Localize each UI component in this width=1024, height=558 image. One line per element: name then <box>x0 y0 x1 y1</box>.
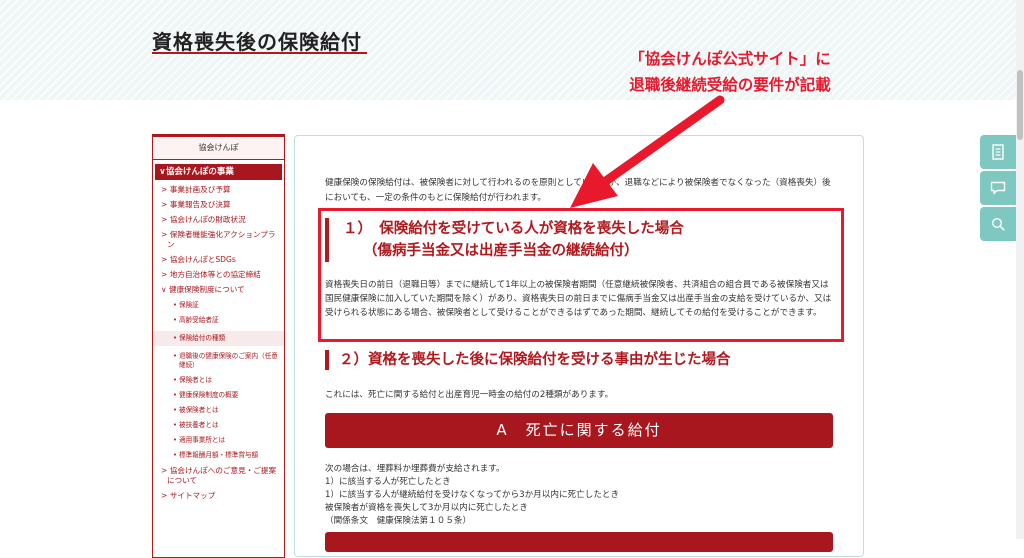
list-item: 1）に該当する人が継続給付を受けなくなってから3か月以内に死亡したとき <box>325 490 620 500</box>
death-benefit-accordion-button[interactable]: A 死亡に関する給付 <box>325 413 833 448</box>
sidebar-item-agreements[interactable]: > 地方自治体等との協定締結 <box>153 270 284 280</box>
next-accordion-button[interactable] <box>325 532 833 552</box>
list-item: 被保険者が資格を喪失して3か月以内に死亡したとき <box>325 503 528 513</box>
sidebar-subitem-card[interactable]: • 保険証 <box>153 301 284 310</box>
sidebar-item-action-plan[interactable]: > 保険者機能強化アクションプラン <box>153 230 284 250</box>
search-button[interactable] <box>980 207 1016 241</box>
death-benefit-list: 次の場合は、埋葬料か埋葬費が支給されます。 1）に該当する人が死亡したとき 1）… <box>325 463 835 528</box>
sidebar-subitem-insured[interactable]: • 被保険者とは <box>153 406 284 415</box>
annotation-callout: 「協会けんぽ公式サイト」に 退職後継続受給の要件が記載 <box>590 46 870 98</box>
scrollbar-thumb[interactable] <box>1017 70 1023 140</box>
sidebar-subitem-benefit-types[interactable]: • 保険給付の種類 <box>153 331 284 346</box>
section-2-paragraph: これには、死亡に関する給付と出産育児一時金の給付の2種類があります。 <box>325 390 614 400</box>
document-button[interactable] <box>980 135 1016 169</box>
sidebar-subitem-overview[interactable]: • 健康保険制度の概要 <box>153 391 284 400</box>
list-intro: 次の場合は、埋葬料か埋葬費が支給されます。 <box>325 464 505 474</box>
search-icon <box>991 217 1005 231</box>
document-icon <box>991 144 1005 160</box>
annotation-line-1: 「協会けんぽ公式サイト」に <box>629 50 831 68</box>
sidebar-item-finance[interactable]: > 協会けんぽの財政状況 <box>153 215 284 225</box>
sidebar-item-sitemap[interactable]: > サイトマップ <box>153 491 284 501</box>
sidebar-subitem-insurer[interactable]: • 保険者とは <box>153 376 284 385</box>
sidebar-subitem-elderly-card[interactable]: • 高齢受給者証 <box>153 316 284 325</box>
section-heading-2: ２）資格を喪失した後に保険給付を受ける事由が生じた場合 <box>325 350 849 370</box>
chat-icon <box>990 181 1006 195</box>
sidebar-item-sdgs[interactable]: > 協会けんぽとSDGs <box>153 255 284 265</box>
sidebar-item-feedback[interactable]: > 協会けんぽへのご意見・ご提案について <box>153 466 284 486</box>
chat-button[interactable] <box>980 171 1016 205</box>
list-item: 1）に該当する人が死亡したとき <box>325 477 451 487</box>
intro-paragraph: 健康保険の保険給付は、被保険者に対して行われるのを原則としていますが、退職などに… <box>325 178 831 203</box>
sidebar-subitem-retirement[interactable]: • 退職後の健康保険のご案内（任意継続） <box>153 352 284 370</box>
sidebar-subitem-office[interactable]: • 適用事業所とは <box>153 436 284 445</box>
annotation-highlight-box <box>318 208 844 342</box>
sidebar-subitem-dependent[interactable]: • 被扶養者とは <box>153 421 284 430</box>
sidebar-item-report[interactable]: > 事業報告及び決算 <box>153 200 284 210</box>
annotation-line-2: 退職後継続受給の要件が記載 <box>629 76 831 94</box>
page-scrollbar[interactable] <box>1016 0 1024 539</box>
sidebar-item-budget[interactable]: > 事業計画及び予算 <box>153 185 284 195</box>
page-title: 資格喪失後の保険給付 <box>152 30 362 54</box>
list-item: （関係条文 健康保険法第１０５条） <box>325 516 472 526</box>
sidebar-subitem-standard-pay[interactable]: • 標準報酬月額・標準賞与額 <box>153 451 284 460</box>
sidebar-category[interactable]: ∨協会けんぽの事業 <box>155 164 282 180</box>
title-underline <box>152 52 367 54</box>
sidebar-item-insurance-system[interactable]: ∨ 健康保険制度について <box>153 285 284 295</box>
sidebar-header[interactable]: 協会けんぽ <box>153 137 284 160</box>
sidebar-nav: 協会けんぽ ∨協会けんぽの事業 > 事業計画及び予算 > 事業報告及び決算 > … <box>152 134 285 558</box>
